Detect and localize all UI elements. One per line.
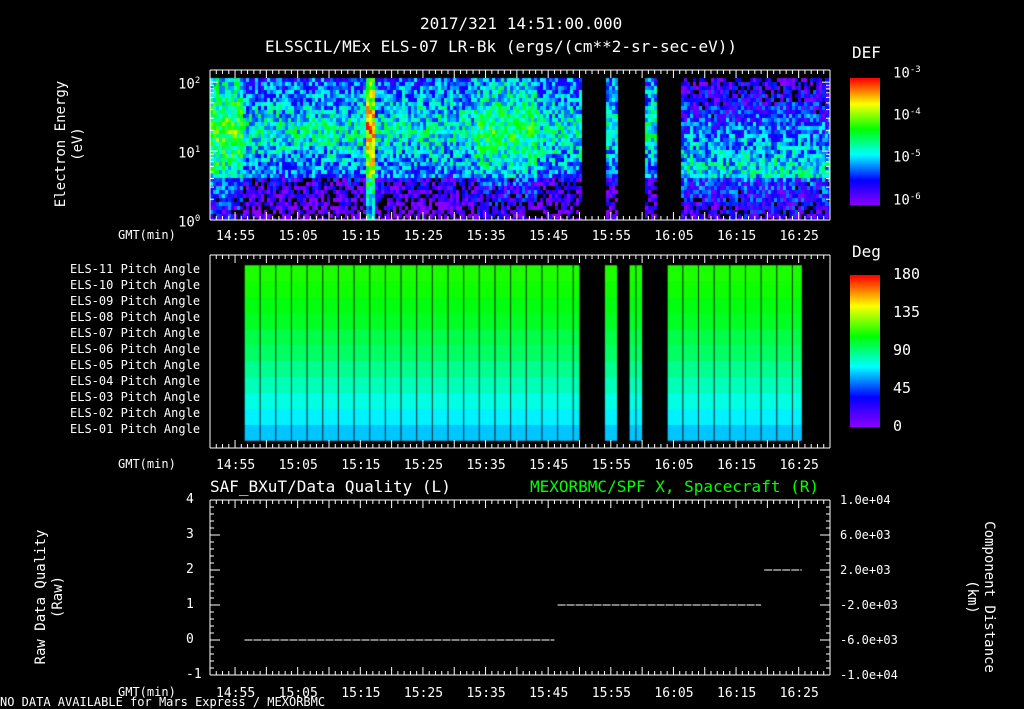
def-tick-label: 10-6 [893, 190, 921, 208]
tick-exp: -6 [909, 192, 921, 202]
time-tick-label: 16:15 [717, 458, 757, 473]
gmt-label: GMT(min) [118, 228, 176, 242]
def-tick-label: 10-3 [893, 63, 921, 81]
pitch-angle-row-label: ELS-07 Pitch Angle [70, 326, 201, 340]
energy-tick-label: 100 [178, 212, 200, 230]
time-tick-label: 15:05 [278, 458, 318, 473]
tick-base: 10 [178, 76, 195, 93]
time-tick-label: 16:05 [654, 686, 694, 701]
pitch-angle-row-label: ELS-08 Pitch Angle [70, 310, 201, 324]
time-tick-label: 15:45 [529, 686, 569, 701]
footer-note: NO DATA AVAILABLE for Mars Express / MEX… [0, 695, 326, 709]
quality-tick-label: 3 [186, 527, 194, 542]
time-tick-label: 15:35 [466, 686, 506, 701]
time-tick-label: 15:45 [529, 229, 569, 244]
tick-base: 10 [893, 65, 910, 82]
tick-exp: 1 [194, 145, 201, 156]
def-tick-label: 10-4 [893, 105, 921, 123]
deg-tick-label: 0 [893, 417, 903, 435]
deg-tick-label: 45 [893, 379, 912, 397]
quality-tick-label: 2 [186, 562, 194, 577]
time-tick-label: 15:55 [591, 458, 631, 473]
pitch-angle-row-label: ELS-01 Pitch Angle [70, 422, 201, 436]
deg-tick-label: 90 [893, 341, 912, 359]
pitch-angle-row-label: ELS-06 Pitch Angle [70, 342, 201, 356]
time-tick-label: 16:25 [779, 686, 819, 701]
time-tick-label: 16:05 [654, 458, 694, 473]
energy-tick-label: 102 [178, 74, 200, 92]
time-tick-label: 15:25 [403, 458, 444, 473]
gmt-label: GMT(min) [118, 457, 176, 471]
pitch-angle-row-label: ELS-09 Pitch Angle [70, 294, 201, 308]
distance-tick-label: 1.0e+04 [840, 493, 891, 507]
pitch-angle-row-label: ELS-05 Pitch Angle [70, 358, 201, 372]
pitch-angle-row-label: ELS-11 Pitch Angle [70, 262, 201, 276]
time-tick-label: 15:55 [591, 686, 631, 701]
distance-tick-label: 2.0e+03 [840, 563, 891, 577]
time-tick-label: 14:55 [216, 458, 256, 473]
time-tick-label: 15:15 [341, 229, 381, 244]
tick-exp: -3 [909, 65, 921, 75]
energy-tick-label: 101 [178, 143, 200, 161]
tick-exp: 0 [194, 214, 201, 224]
deg-tick-label: 135 [893, 303, 921, 321]
time-tick-label: 14:55 [216, 229, 256, 244]
quality-tick-label: -1 [186, 667, 202, 682]
time-tick-label: 15:15 [341, 458, 381, 473]
distance-tick-label: -1.0e+04 [840, 668, 898, 682]
time-tick-label: 15:15 [341, 686, 381, 701]
time-tick-label: 15:05 [278, 229, 318, 244]
tick-base: 10 [893, 107, 910, 124]
distance-tick-label: -2.0e+03 [840, 598, 898, 612]
pitch-angle-row-label: ELS-10 Pitch Angle [70, 278, 201, 292]
deg-tick-label: 180 [893, 265, 921, 283]
tick-exp: 2 [194, 76, 201, 87]
pitch-angle-row-label: ELS-03 Pitch Angle [70, 390, 201, 404]
tick-base: 10 [178, 214, 195, 231]
time-tick-label: 16:15 [717, 686, 757, 701]
pitch-angle-row-label: ELS-02 Pitch Angle [70, 406, 201, 420]
tick-exp: -5 [909, 149, 921, 159]
time-tick-label: 15:45 [529, 458, 569, 473]
tick-base: 10 [893, 192, 910, 209]
distance-tick-label: -6.0e+03 [840, 633, 898, 647]
time-tick-label: 15:35 [466, 229, 506, 244]
quality-tick-label: 1 [186, 597, 194, 612]
time-tick-label: 15:25 [403, 686, 444, 701]
quality-tick-label: 4 [186, 492, 194, 507]
time-tick-label: 15:25 [403, 229, 444, 244]
tick-base: 10 [893, 149, 910, 166]
tick-exp: -4 [909, 107, 921, 117]
time-tick-label: 15:35 [466, 458, 506, 473]
time-tick-label: 15:55 [591, 229, 631, 244]
def-tick-label: 10-5 [893, 147, 921, 165]
quality-tick-label: 0 [186, 632, 194, 647]
time-tick-label: 16:05 [654, 229, 694, 244]
distance-tick-label: 6.0e+03 [840, 528, 891, 542]
time-tick-label: 16:25 [779, 229, 819, 244]
time-tick-label: 16:15 [717, 229, 757, 244]
time-tick-label: 16:25 [779, 458, 819, 473]
pitch-angle-row-label: ELS-04 Pitch Angle [70, 374, 201, 388]
tick-base: 10 [178, 145, 195, 162]
